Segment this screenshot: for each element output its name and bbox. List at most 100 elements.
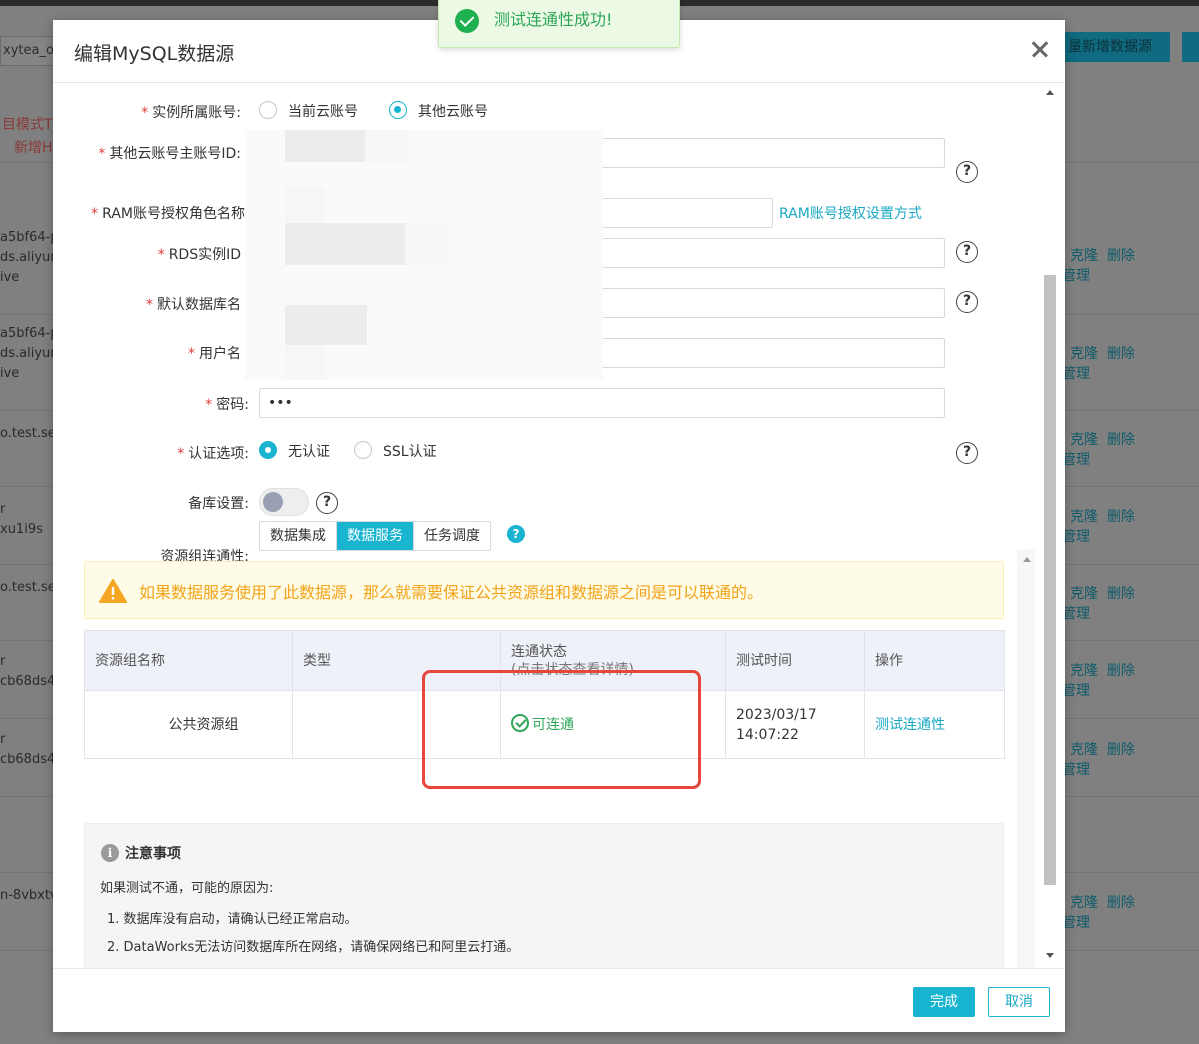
col-header-test-time: 测试时间	[725, 630, 865, 691]
warning-alert: 如果数据服务使用了此数据源，那么就需要保证公共资源组和数据源之间是可以联通的。	[84, 561, 1004, 619]
bg-manage-link: 管理	[1062, 268, 1090, 284]
account-label-text: 实例所属账号:	[152, 105, 241, 121]
help-icon[interactable]: ?	[956, 291, 978, 313]
close-icon[interactable]	[1028, 37, 1052, 61]
bg-workspace-crumb: xytea_or	[0, 36, 54, 66]
toast-message: 测试连通性成功!	[494, 10, 613, 29]
bg-delete-link: 删除	[1106, 509, 1135, 525]
required-mark: *	[98, 146, 106, 162]
help-icon[interactable]: ?	[956, 442, 978, 464]
radio-ssl-auth-label[interactable]: SSL认证	[383, 441, 437, 461]
col-header-operation: 操作	[864, 630, 1005, 691]
bg-manage-link: 管理	[1062, 915, 1090, 931]
question-icon[interactable]: ?	[507, 525, 525, 543]
bg-row-actions: 克隆 删除 管理	[1062, 246, 1135, 286]
bg-row-cell: r cb68ds4	[0, 654, 54, 689]
username-label: * 用户名	[53, 343, 241, 363]
redacted-block	[365, 130, 407, 162]
notes-item: 1. 数据库没有启动，请确认已经正常启动。	[107, 912, 358, 927]
bg-mode-warning: 目模式T	[2, 117, 53, 133]
tab-data-integration[interactable]: 数据集成	[260, 522, 337, 550]
inner-scroll-up-icon[interactable]	[1023, 557, 1031, 562]
dialog-body[interactable]: * 实例所属账号: 当前云账号 其他云账号 * 其他云账号主账号ID: ? * RAM…	[53, 83, 1065, 968]
bg-delete-link: 删除	[1106, 663, 1135, 679]
required-mark: *	[157, 247, 165, 263]
notes-item: 2. DataWorks无法访问数据库所在网络，请确保网络已和阿里云打通。	[107, 940, 520, 955]
scroll-thumb[interactable]	[1044, 275, 1056, 885]
test-clock: 14:07:22	[736, 726, 799, 743]
scroll-up-icon[interactable]	[1046, 90, 1054, 95]
bg-clone-link: 克隆	[1070, 895, 1098, 911]
bg-clone-link: 克隆	[1070, 432, 1098, 448]
bg-manage-link: 管理	[1062, 529, 1090, 545]
redacted-block	[285, 187, 325, 223]
bg-manage-link: 管理	[1062, 762, 1090, 778]
bg-delete-link: 删除	[1106, 895, 1135, 911]
scroll-down-icon[interactable]	[1046, 953, 1054, 958]
warning-icon	[99, 579, 127, 603]
help-icon[interactable]: ?	[956, 161, 978, 183]
required-mark: *	[91, 206, 99, 222]
rds-instance-label-text: RDS实例ID	[168, 247, 241, 263]
bg-row-cell: n-8vbxtv	[0, 888, 54, 903]
bg-row-cell: a5bf64-p ds.aliyun ive	[0, 326, 54, 381]
default-db-label: * 默认数据库名	[53, 294, 241, 314]
bg-manage-link: 管理	[1062, 606, 1090, 622]
radio-other-account-label[interactable]: 其他云账号	[418, 101, 488, 121]
redacted-block	[285, 130, 365, 162]
dialog-footer: 完成 取消	[53, 968, 1065, 1032]
connectivity-tabs: 数据集成 数据服务 任务调度	[259, 521, 491, 551]
radio-no-auth[interactable]	[259, 441, 277, 459]
bg-row-cell: r xu1i9s	[0, 502, 43, 537]
redacted-block	[405, 223, 447, 265]
bg-manage-link: 管理	[1062, 683, 1090, 699]
dialog-scrollbar[interactable]	[1041, 83, 1059, 968]
col-header-name: 资源组名称	[84, 630, 293, 691]
bg-delete-link: 删除	[1106, 586, 1135, 602]
radio-no-auth-label[interactable]: 无认证	[288, 441, 330, 461]
success-toast: 测试连通性成功!	[438, 0, 680, 48]
cell-test-time: 2023/03/17 14:07:22	[725, 690, 865, 759]
help-icon[interactable]: ?	[956, 241, 978, 263]
edit-datasource-dialog: 编辑MySQL数据源 * 实例所属账号: 当前云账号 其他云账号 * 其他云账号主账…	[53, 20, 1065, 1032]
test-connectivity-link[interactable]: 测试连通性	[875, 717, 945, 733]
bg-clone-link: 克隆	[1070, 663, 1098, 679]
bg-clone-link: 克隆	[1070, 509, 1098, 525]
required-mark: *	[141, 105, 149, 121]
radio-current-account[interactable]	[259, 101, 277, 119]
bg-manage-link: 管理	[1062, 452, 1090, 468]
done-button[interactable]: 完成	[913, 987, 975, 1017]
inner-scrollbar[interactable]	[1017, 549, 1035, 968]
account-label: * 实例所属账号:	[53, 102, 241, 122]
alert-message: 如果数据服务使用了此数据源，那么就需要保证公共资源组和数据源之间是可以联通的。	[139, 583, 764, 602]
radio-ssl-auth[interactable]	[354, 441, 372, 459]
bg-manage-link: 管理	[1062, 366, 1090, 382]
default-db-label-text: 默认数据库名	[157, 297, 241, 313]
tab-data-service[interactable]: 数据服务	[337, 522, 414, 550]
auth-label-text: 认证选项:	[188, 446, 249, 462]
standby-toggle[interactable]	[259, 488, 309, 516]
bg-delete-link: 删除	[1106, 742, 1135, 758]
radio-current-account-label[interactable]: 当前云账号	[288, 101, 358, 121]
bg-row-actions: 克隆 删除 管理	[1062, 661, 1135, 701]
bg-row-actions: 克隆 删除 管理	[1062, 430, 1135, 470]
ram-auth-setup-link[interactable]: RAM账号授权设置方式	[779, 203, 922, 223]
bg-row-cell: a5bf64-p ds.aliyun ive	[0, 230, 54, 285]
cancel-button[interactable]: 取消	[988, 987, 1050, 1017]
auth-label: * 认证选项:	[53, 443, 249, 463]
bg-row-actions: 克隆 删除 管理	[1062, 507, 1135, 547]
dialog-title: 编辑MySQL数据源	[74, 43, 235, 65]
cell-operation: 测试连通性	[864, 690, 1005, 759]
radio-other-account[interactable]	[389, 101, 407, 119]
test-date: 2023/03/17	[736, 706, 817, 723]
info-icon: i	[101, 844, 119, 862]
required-mark: *	[177, 446, 185, 462]
bg-clone-link: 克隆	[1070, 586, 1098, 602]
other-account-id-label-text: 其他云账号主账号ID:	[109, 146, 241, 162]
ram-role-label-text: RAM账号授权角色名称	[102, 206, 245, 222]
tab-task-scheduling[interactable]: 任务调度	[414, 522, 490, 550]
help-icon[interactable]: ?	[316, 492, 338, 514]
password-input[interactable]: •••	[259, 388, 945, 418]
bg-row-actions: 克隆 删除 管理	[1062, 584, 1135, 624]
required-mark: *	[205, 397, 213, 413]
